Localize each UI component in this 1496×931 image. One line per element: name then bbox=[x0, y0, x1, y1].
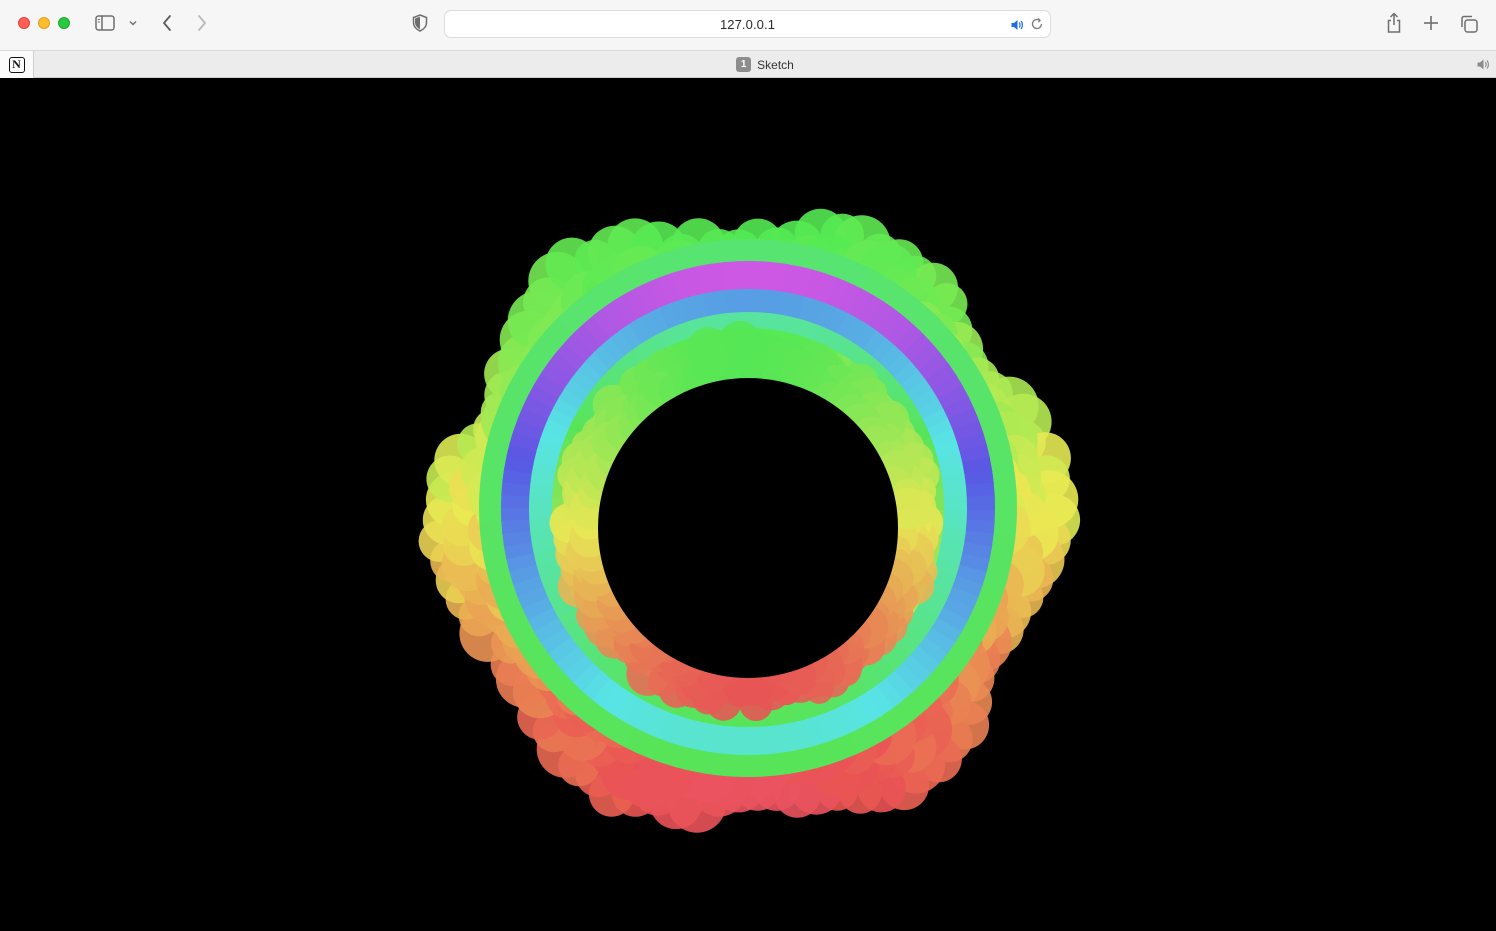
reload-icon[interactable] bbox=[1030, 17, 1044, 31]
tab-sketch[interactable]: 1 Sketch bbox=[34, 51, 1496, 78]
address-bar[interactable]: 127.0.0.1 bbox=[444, 10, 1051, 38]
zoom-window-button[interactable] bbox=[58, 17, 70, 29]
sketch-canvas[interactable] bbox=[0, 78, 1496, 931]
back-arrow-icon[interactable] bbox=[156, 12, 178, 34]
new-tab-plus-icon[interactable] bbox=[1421, 13, 1441, 33]
minimize-window-button[interactable] bbox=[38, 17, 50, 29]
tab-bar: N 1 Sketch bbox=[0, 50, 1496, 78]
share-icon[interactable] bbox=[1384, 11, 1404, 35]
tab-speaker-icon[interactable] bbox=[1476, 58, 1490, 71]
close-window-button[interactable] bbox=[18, 17, 30, 29]
tab-title: Sketch bbox=[757, 57, 794, 72]
tab-overview-icon[interactable] bbox=[1458, 13, 1480, 35]
rainbow-ring-artwork bbox=[418, 208, 1081, 833]
center-hole bbox=[598, 378, 898, 678]
chevron-down-icon[interactable] bbox=[127, 16, 139, 30]
tab-number-badge: 1 bbox=[736, 57, 752, 72]
speaker-icon[interactable] bbox=[1010, 18, 1024, 32]
url-text: 127.0.0.1 bbox=[719, 17, 776, 32]
browser-toolbar: 127.0.0.1 bbox=[0, 0, 1496, 50]
sidebar-icon[interactable] bbox=[94, 13, 116, 33]
privacy-shield-icon[interactable] bbox=[410, 13, 430, 33]
pinned-tab-notion[interactable]: N bbox=[0, 51, 34, 78]
notion-logo-icon: N bbox=[8, 56, 25, 73]
forward-arrow-icon[interactable] bbox=[191, 12, 213, 34]
